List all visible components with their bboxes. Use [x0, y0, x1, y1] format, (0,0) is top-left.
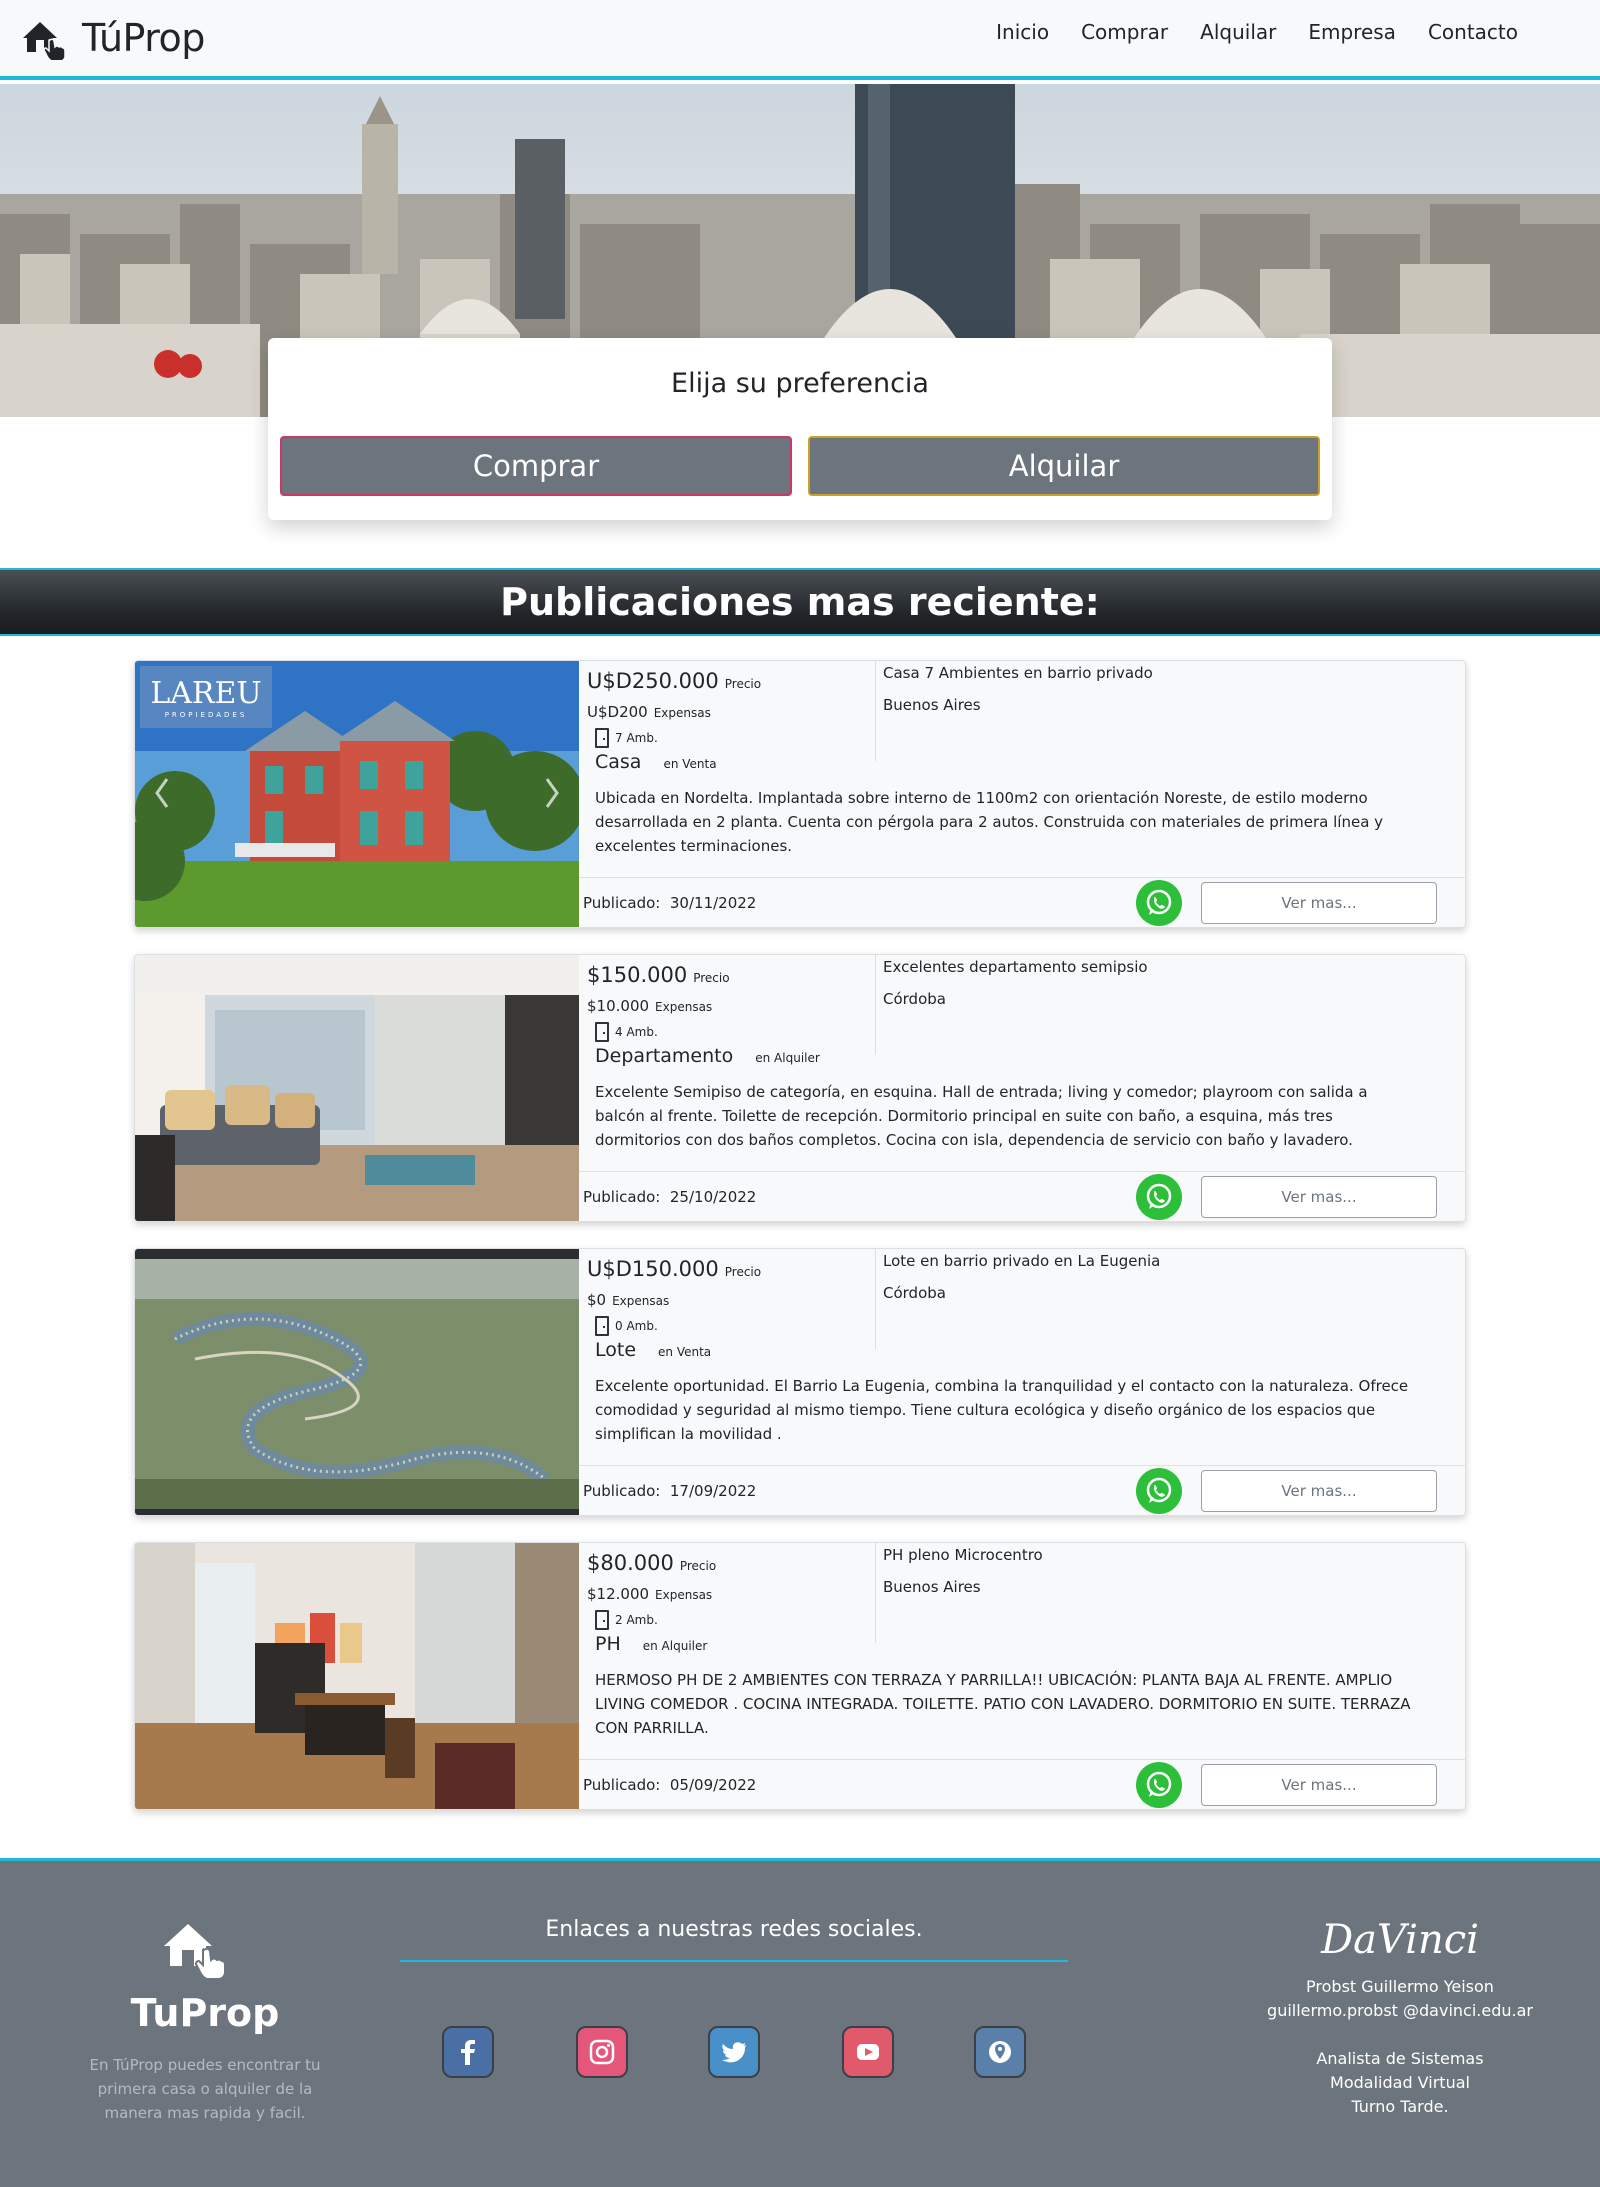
- divider: [875, 955, 876, 1055]
- facebook-icon[interactable]: [442, 2026, 494, 2078]
- twitter-icon[interactable]: [708, 2026, 760, 2078]
- listing-photo-ph[interactable]: [135, 1543, 579, 1809]
- divider: [400, 1960, 1068, 1962]
- home-hand-icon: [160, 1916, 240, 1982]
- instagram-icon[interactable]: [576, 2026, 628, 2078]
- see-more-button[interactable]: Ver mas...: [1201, 1764, 1437, 1806]
- buy-button[interactable]: Comprar: [280, 436, 792, 496]
- home-hand-icon: [20, 16, 70, 62]
- listing-expenses: $12.000 Expensas: [587, 1585, 713, 1603]
- listing-title: Excelentes departamento semipsio: [883, 958, 1148, 976]
- career: Analista de Sistemas: [1316, 2049, 1484, 2068]
- listing-expenses: $10.000 Expensas: [587, 997, 713, 1015]
- nav-link-alquilar[interactable]: Alquilar: [1184, 18, 1292, 46]
- listing-published: Publicado: 17/09/2022: [583, 1482, 757, 1500]
- footer-tagline: En TúProp puedes encontrar tu primera ca…: [89, 2056, 321, 2122]
- nav-link-comprar[interactable]: Comprar: [1065, 18, 1184, 46]
- whatsapp-icon[interactable]: [1136, 1468, 1182, 1514]
- see-more-button[interactable]: Ver mas...: [1201, 1176, 1437, 1218]
- whatsapp-icon[interactable]: [1136, 1174, 1182, 1220]
- listing-title: Casa 7 Ambientes en barrio privado: [883, 664, 1153, 682]
- davinci-logo: DaVinci: [1321, 1917, 1479, 1963]
- section-title: Publicaciones mas reciente:: [0, 568, 1600, 636]
- see-more-button[interactable]: Ver mas...: [1201, 1470, 1437, 1512]
- listing-published: Publicado: 25/10/2022: [583, 1188, 757, 1206]
- divider: [875, 1543, 876, 1643]
- footer: TuProp En TúProp puedes encontrar tu pri…: [0, 1858, 1600, 2187]
- author-email[interactable]: guillermo.probst @davinci.edu.ar: [1260, 1999, 1540, 2023]
- listing-location: Buenos Aires: [883, 1578, 981, 1596]
- divider: [875, 1249, 876, 1349]
- listing-photo-apartment[interactable]: [135, 955, 579, 1221]
- listing-price: U$D250.000 Precio: [587, 669, 762, 693]
- social-links-title: Enlaces a nuestras redes sociales.: [545, 1917, 923, 1942]
- listing-card: $80.000 Precio $12.000 Expensas 2 Amb. PH e…: [134, 1542, 1466, 1810]
- main-menu: Inicio Comprar Alquilar Empresa Contacto: [980, 18, 1534, 46]
- preference-card: Elija su preferencia Comprar Alquilar: [268, 338, 1332, 520]
- listing-photo-house[interactable]: LAREU PROPIEDADES: [135, 661, 579, 927]
- preference-title: Elija su preferencia: [671, 368, 929, 399]
- listing-location: Córdoba: [883, 990, 946, 1008]
- listing-rooms: 2 Amb.: [595, 1610, 658, 1630]
- listing-description: Ubicada en Nordelta. Implantada sobre in…: [595, 789, 1384, 855]
- shift: Turno Tarde.: [1351, 2097, 1449, 2116]
- brand-name: TúProp: [82, 16, 205, 60]
- author-name: Probst Guillermo Yeison: [1306, 1977, 1494, 1996]
- nav-link-empresa[interactable]: Empresa: [1292, 18, 1412, 46]
- listing-rooms: 4 Amb.: [595, 1022, 658, 1042]
- door-icon: [595, 1022, 609, 1042]
- listing-type: Departamento en Alquiler: [595, 1045, 820, 1067]
- rent-button[interactable]: Alquilar: [808, 436, 1320, 496]
- listing-rooms: 7 Amb.: [595, 728, 658, 748]
- listing-footer: Publicado: 25/10/2022 Ver mas...: [579, 1171, 1465, 1221]
- divider: [875, 661, 876, 761]
- listing-location: Buenos Aires: [883, 696, 981, 714]
- listing-published: Publicado: 05/09/2022: [583, 1776, 757, 1794]
- listing-photo-lot[interactable]: [135, 1249, 579, 1515]
- listing-card: U$D150.000 Precio $0 Expensas 0 Amb. Lote e…: [134, 1248, 1466, 1516]
- listing-description: Excelente Semipiso de categoría, en esqu…: [595, 1083, 1368, 1149]
- brand[interactable]: TúProp: [20, 16, 205, 62]
- navbar: TúProp Inicio Comprar Alquilar Empresa C…: [0, 0, 1600, 80]
- listing-published: Publicado: 30/11/2022: [583, 894, 757, 912]
- listing-description: Excelente oportunidad. El Barrio La Euge…: [595, 1377, 1409, 1443]
- listing-footer: Publicado: 30/11/2022 Ver mas...: [579, 877, 1465, 927]
- youtube-icon[interactable]: [842, 2026, 894, 2078]
- door-icon: [595, 728, 609, 748]
- watermark-text: LAREU: [150, 676, 261, 711]
- listing-footer: Publicado: 17/09/2022 Ver mas...: [579, 1465, 1465, 1515]
- author-info: Probst Guillermo Yeison guillermo.probst…: [1260, 1975, 1540, 2119]
- listing-price: $80.000 Precio: [587, 1551, 717, 1575]
- listing-type: Lote en Venta: [595, 1339, 712, 1361]
- nav-link-contacto[interactable]: Contacto: [1412, 18, 1534, 46]
- footer-brand: TuProp: [130, 1991, 280, 2035]
- listing-price: U$D150.000 Precio: [587, 1257, 762, 1281]
- listing-expenses: U$D200 Expensas: [587, 703, 711, 721]
- listing-type: Casa en Venta: [595, 751, 717, 773]
- door-icon: [595, 1316, 609, 1336]
- listing-description: HERMOSO PH DE 2 AMBIENTES CON TERRAZA Y …: [595, 1671, 1411, 1737]
- listing-footer: Publicado: 05/09/2022 Ver mas...: [579, 1759, 1465, 1809]
- whatsapp-icon[interactable]: [1136, 880, 1182, 926]
- whatsapp-icon[interactable]: [1136, 1762, 1182, 1808]
- listing-title: PH pleno Microcentro: [883, 1546, 1043, 1564]
- watermark-sub: PROPIEDADES: [165, 711, 248, 719]
- listing-type: PH en Alquiler: [595, 1633, 708, 1655]
- listing-title: Lote en barrio privado en La Eugenia: [883, 1252, 1161, 1270]
- listing-price: $150.000 Precio: [587, 963, 730, 987]
- listing-card: $150.000 Precio $10.000 Expensas 4 Amb. De…: [134, 954, 1466, 1222]
- listing-location: Córdoba: [883, 1284, 946, 1302]
- location-pin-icon[interactable]: [974, 2026, 1026, 2078]
- modality: Modalidad Virtual: [1330, 2073, 1470, 2092]
- listing-rooms: 0 Amb.: [595, 1316, 658, 1336]
- nav-link-inicio[interactable]: Inicio: [980, 18, 1065, 46]
- listing-card: LAREU PROPIEDADES U$D250.000 Precio U$D20…: [134, 660, 1466, 928]
- door-icon: [595, 1610, 609, 1630]
- listing-expenses: $0 Expensas: [587, 1291, 670, 1309]
- see-more-button[interactable]: Ver mas...: [1201, 882, 1437, 924]
